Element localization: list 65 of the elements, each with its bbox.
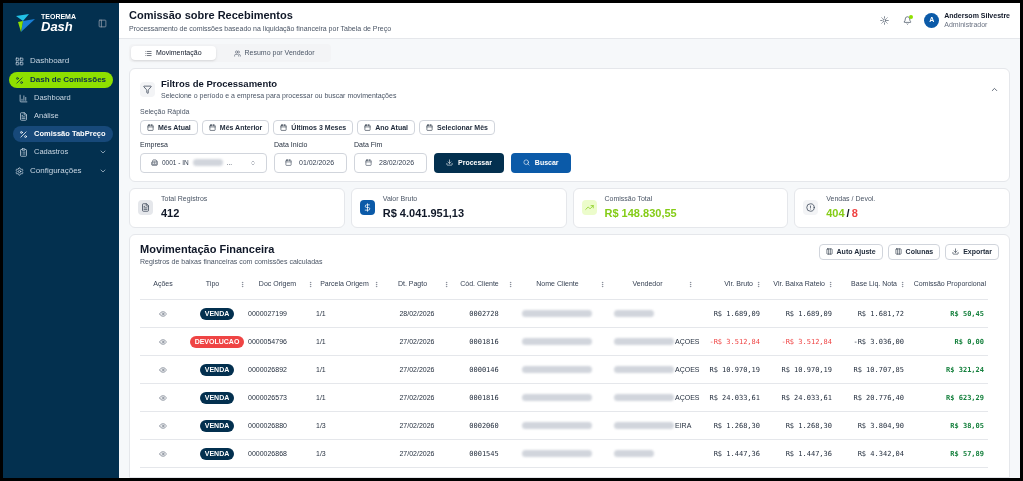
chevron-down-icon (99, 148, 107, 156)
view-icon[interactable] (159, 393, 167, 402)
view-icon[interactable] (159, 309, 167, 318)
view-icon[interactable] (159, 365, 167, 374)
card-title: Filtros de Processamento (161, 77, 279, 91)
calendar-icon (285, 159, 292, 167)
chevron-down-icon (99, 167, 107, 175)
users-icon (233, 49, 241, 57)
calendar-icon (426, 124, 433, 132)
columns-icon (825, 248, 833, 256)
notification-icon[interactable] (903, 16, 913, 25)
document-icon (138, 200, 153, 216)
calendar-icon (365, 159, 372, 167)
returns-count: 8 (851, 205, 858, 221)
redacted-text (614, 422, 674, 430)
redacted-text (192, 159, 223, 167)
grid-icon (15, 56, 24, 66)
redacted-text (614, 366, 674, 374)
filter-icon (140, 81, 155, 97)
redacted-text (522, 422, 592, 430)
view-icon[interactable] (159, 421, 167, 430)
list-icon (145, 49, 152, 57)
stat-value: 412 (161, 205, 181, 221)
redacted-text (522, 366, 592, 374)
trend-up-icon (581, 200, 597, 216)
page-title: Comissão sobre Recebimentos (129, 8, 294, 23)
redacted-text (614, 394, 674, 402)
redacted-text (614, 450, 654, 458)
redacted-text (614, 338, 674, 346)
download-icon (952, 248, 960, 256)
calendar-icon (280, 124, 288, 132)
settings-icon (15, 166, 24, 176)
select-arrows-icon (250, 159, 256, 166)
view-icon[interactable] (159, 449, 167, 458)
redacted-text (522, 338, 592, 346)
logo-icon (15, 13, 37, 33)
view-icon[interactable] (159, 337, 167, 346)
redacted-text (522, 310, 592, 318)
redacted-text (614, 310, 654, 318)
calendar-icon (208, 124, 216, 132)
redacted-text (522, 394, 592, 402)
document-icon (19, 111, 28, 121)
sidebar-item[interactable]: Dash de Comissões (9, 72, 113, 88)
dollar-icon (359, 200, 375, 216)
theme-toggle-icon[interactable] (880, 16, 890, 25)
sidebar-item[interactable]: Configurações (9, 163, 113, 179)
sales-count: 404 (826, 205, 845, 221)
percent-icon (15, 75, 24, 85)
redacted-text (522, 450, 592, 458)
collapse-sidebar-icon[interactable] (98, 18, 107, 28)
calendar-icon (147, 124, 154, 132)
columns-icon (894, 248, 902, 256)
stat-value: R$ 4.041.951,13 (382, 205, 465, 221)
clipboard-icon (19, 147, 28, 157)
percent-icon (19, 129, 28, 139)
building-icon (151, 159, 158, 167)
bar-chart-icon (19, 93, 28, 103)
search-icon (522, 159, 530, 167)
separator-text: / (846, 205, 850, 221)
calendar-icon (364, 124, 372, 132)
table-title: Movimentação Financeira (140, 241, 276, 257)
stat-value: R$ 148.830,55 (604, 205, 677, 221)
sidebar-item[interactable]: Dashboard (9, 53, 113, 69)
download-icon (446, 159, 453, 167)
brand-name: Dash (41, 20, 74, 33)
